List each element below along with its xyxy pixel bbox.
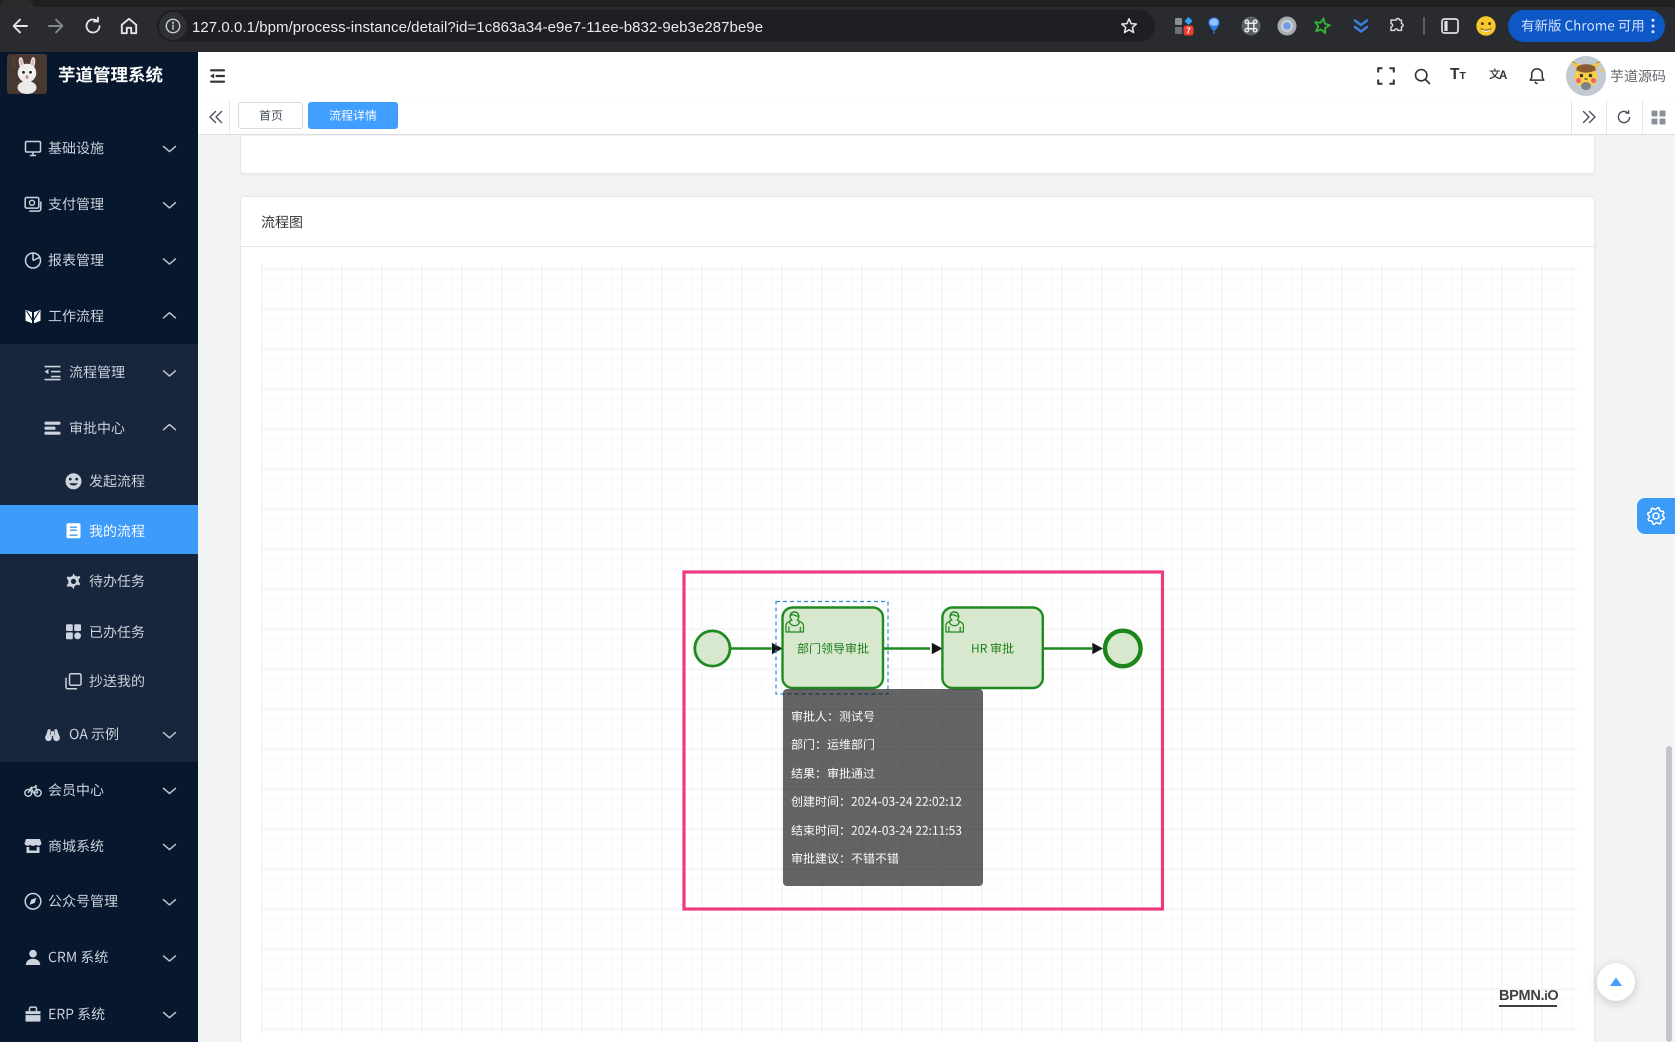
svg-text:7: 7 (1186, 26, 1191, 36)
